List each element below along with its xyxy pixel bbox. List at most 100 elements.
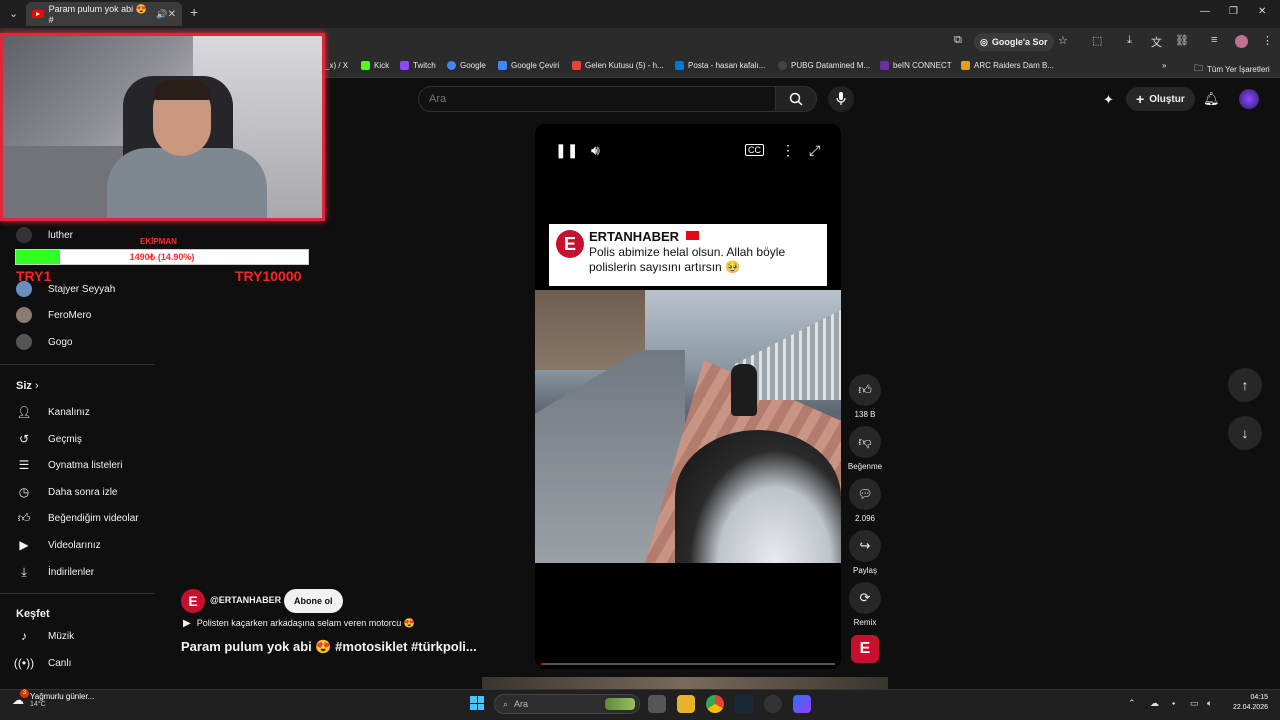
link-icon[interactable]: ⛓ [1175,34,1189,47]
windows-start-icon[interactable] [470,696,484,710]
bookmark-item[interactable]: _x) / X [325,61,348,70]
sidebar-item-liked[interactable]: 👍︎ Beğendiğim videolar [16,508,139,528]
previous-short-button[interactable]: ↑ [1228,368,1262,402]
tray-app-icon[interactable]: ⬩ [1172,698,1175,709]
bookmark-label: Kick [374,61,390,70]
all-bookmarks-button[interactable]: 🗀 Tüm Yer İşaretleri [1194,61,1270,77]
translate-bookmark-icon [498,61,507,70]
volume-icon[interactable]: 🔊︎ [591,142,600,159]
sidebar-subscription-item[interactable]: luther [16,225,73,245]
next-video-preview [482,677,888,689]
voice-search-button[interactable] [828,86,854,112]
app-icon[interactable] [793,695,811,713]
video-title[interactable]: Param pulum yok abi 😍 #motosiklet #türkp… [181,639,477,655]
like-circle: 👍︎ [849,374,881,406]
video-icon: ▶ [19,538,29,552]
steam-icon[interactable] [735,695,753,713]
task-view-icon[interactable] [648,695,666,713]
kick-icon [361,61,370,70]
sidebar-subscription-item[interactable]: Stajyer Seyyah [16,279,115,299]
profile-avatar[interactable] [1235,35,1248,48]
shorts-video-player[interactable]: ❚❚ 🔊︎ CC ⋮ ⤢ E ERTANHABER Polis abimize … [535,124,841,669]
tab-audio-icon[interactable]: 🔊 [156,9,167,20]
channel-avatar[interactable]: E [181,589,205,613]
bookmark-item[interactable]: ARC Raiders Dam B... [961,61,1054,70]
tab-close-icon[interactable]: ✕ [168,9,176,20]
google-sor-button[interactable]: ◎ Google'a Sor [974,33,1054,51]
channel-thumbnail-icon[interactable]: E [851,635,879,663]
network-icon[interactable]: ▭ [1190,698,1199,709]
sidebar-item-playlists[interactable]: ☰ Oynatma listeleri [16,455,123,475]
sidebar-you-heading[interactable]: Siz › [16,380,39,392]
video-progress-bar[interactable] [541,663,835,665]
tray-overflow-icon[interactable]: ⌃ [1128,698,1136,709]
pause-icon[interactable]: ❚❚ [555,142,578,159]
fullscreen-icon[interactable]: ⤢ [809,142,820,159]
more-options-icon[interactable]: ⋮ [781,142,795,159]
downloads-icon[interactable]: ⤓ [1127,34,1132,47]
bookmarks-overflow-icon[interactable]: » [1162,61,1166,70]
media-control-icon[interactable]: ≡ [1211,34,1217,46]
youtube-favicon-icon [32,10,44,18]
extensions-icon[interactable]: ⬚ [1092,34,1102,47]
obs-icon[interactable] [764,695,782,713]
sidebar-subscription-item[interactable]: Gogo [16,332,72,352]
sidebar-item-channel[interactable]: 👤︎ Kanalınız [16,402,89,422]
tab-list-chevron-icon[interactable]: ⌄ [9,7,18,20]
sidebar-item-live[interactable]: ((•)) Canlı [14,653,71,673]
taskbar-clock[interactable]: 04:15 22.04.2026 [1226,693,1268,713]
browser-tab[interactable]: Param pulum yok abi 😍 # 🔊 ✕ [26,2,182,26]
install-app-icon[interactable]: ⧉ [954,34,962,47]
create-button[interactable]: + Oluştur [1126,87,1195,111]
file-explorer-icon[interactable] [677,695,695,713]
bookmark-item[interactable]: Twitch [400,61,436,70]
rain-cloud-icon: ☁ 3 [12,689,29,707]
sidebar-item-your-videos[interactable]: ▶ Videolarınız [16,535,100,555]
video-description[interactable]: ▶ Polisten kaçarken arkadaşına selam ver… [183,618,415,629]
comments-button[interactable]: 💬︎ 2.096 [848,478,882,523]
bookmark-item[interactable]: PUBG Datamined M... [778,61,870,70]
taskbar-search[interactable]: ⌕ Ara [494,694,640,714]
restore-icon[interactable]: ❐ [1229,6,1238,17]
captions-icon[interactable]: CC [745,144,764,156]
bookmark-item[interactable]: Google [447,61,486,70]
all-bookmarks-label: Tüm Yer İşaretleri [1207,64,1270,74]
weather-widget[interactable]: ☁ 3 Yağmurlu günler... 14°C [12,689,94,708]
bookmark-item[interactable]: beIN CONNECT [880,61,952,70]
bookmark-item[interactable]: Gelen Kutusu (5) - h... [572,61,664,70]
channel-handle[interactable]: @ERTANHABER [210,595,281,605]
translate-icon[interactable]: 文 [1151,34,1162,50]
ai-sparkle-icon[interactable]: ✦ [1103,92,1114,108]
like-button[interactable]: 👍︎ 138 B [848,374,882,419]
remix-button[interactable]: ⟳ Remix [848,582,882,627]
account-avatar[interactable] [1239,89,1259,109]
subscribe-button[interactable]: Abone ol [284,589,343,613]
sidebar-item-label: Müzik [48,630,75,642]
volume-tray-icon[interactable]: 🔈︎ [1207,698,1212,709]
clock-date: 22.04.2026 [1232,704,1268,711]
browser-menu-icon[interactable]: ⋮ [1262,34,1273,47]
sidebar-item-music[interactable]: ♪ Müzik [16,626,74,646]
sidebar-item-history[interactable]: ↺ Geçmiş [16,429,82,449]
minimize-icon[interactable]: — [1200,6,1210,17]
tray-app-icon[interactable]: ☁ [1150,698,1159,709]
next-short-button[interactable]: ↓ [1228,416,1262,450]
bookmark-star-icon[interactable]: ☆ [1058,34,1068,47]
notifications-bell-icon[interactable]: 🔔︎ [1203,91,1220,107]
sidebar-item-downloads[interactable]: ⤓ İndirilenler [16,562,94,582]
chrome-icon[interactable] [706,695,724,713]
bookmark-item[interactable]: Kick [361,61,389,70]
dislike-button[interactable]: 👎︎ Beğenme [844,426,886,471]
sidebar-subscription-item[interactable]: FeroMero [16,305,91,325]
sidebar-item-watch-later[interactable]: ◷ Daha sonra izle [16,482,118,502]
bookmark-item[interactable]: Posta - hasan kafalı... [675,61,765,70]
sidebar-item-label: Geçmiş [48,433,82,445]
thumb-up-icon: 👍︎ [858,382,872,397]
close-window-icon[interactable]: ✕ [1258,6,1266,17]
search-input[interactable] [418,86,776,112]
search-button[interactable] [775,86,817,112]
bookmark-item[interactable]: Google Çeviri [498,61,559,70]
google-sor-label: Google'a Sor [991,37,1048,47]
share-button[interactable]: ↪ Paylaş [848,530,882,575]
new-tab-icon[interactable]: + [190,4,198,20]
